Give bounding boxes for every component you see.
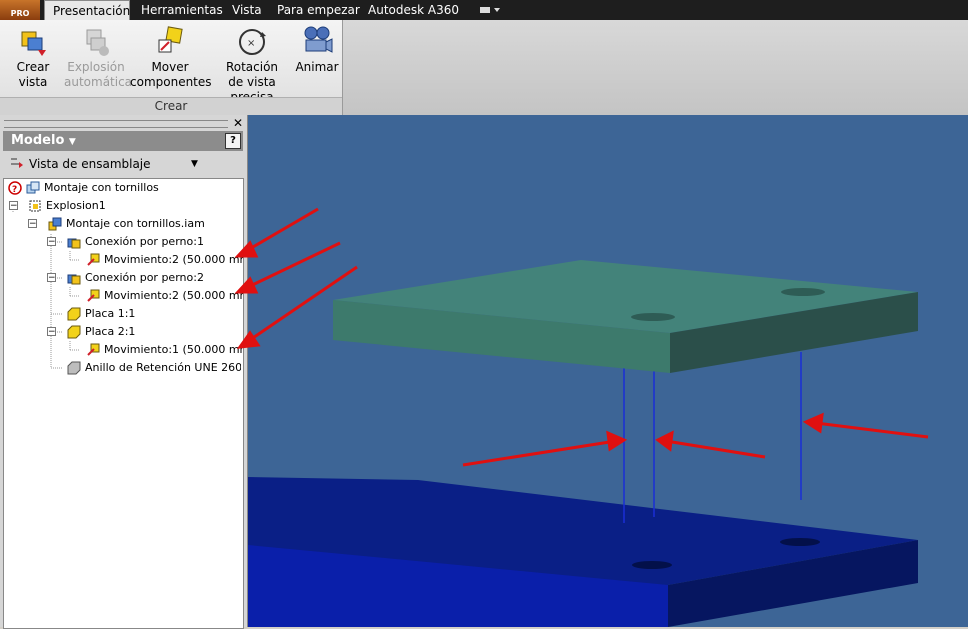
tree-label: Montaje con tornillos.iam <box>66 217 205 230</box>
tree-node-root[interactable]: ? Montaje con tornillos <box>6 179 236 197</box>
ribbon-tab-bar: PRO Presentación Herramientas Vista Para… <box>0 0 968 20</box>
question-icon: ? <box>8 181 22 195</box>
tree-label: Placa 1:1 <box>85 307 136 320</box>
bottom-plate-hole <box>632 561 672 569</box>
tree-node-plate-2[interactable]: − Placa 2:1 <box>6 323 236 341</box>
view-selector[interactable]: Vista de ensamblaje ▼ <box>3 153 243 175</box>
tree-label: Movimiento:1 (50.000 mm) <box>104 343 244 356</box>
top-plate-hole <box>781 288 825 296</box>
movement-icon <box>87 343 100 356</box>
tree-node-plate-1[interactable]: Placa 1:1 <box>6 305 236 323</box>
svg-text:×: × <box>247 38 255 49</box>
move-components-icon <box>158 26 183 53</box>
pro-badge: PRO <box>10 9 30 18</box>
collapse-icon[interactable]: − <box>28 219 37 229</box>
collapse-icon[interactable]: − <box>9 201 18 211</box>
tree-label: Anillo de Retención UNE 26077 (d <box>85 361 241 374</box>
tree-label: Conexión por perno:2 <box>85 271 204 284</box>
move-components-button[interactable]: Mover componentes <box>130 20 212 98</box>
movement-icon <box>87 253 100 266</box>
part-icon <box>67 325 81 339</box>
tree-label: Conexión por perno:1 <box>85 235 204 248</box>
movement-icon <box>87 289 100 302</box>
tree-label: Explosion1 <box>46 199 106 212</box>
tree-node-retaining-ring[interactable]: Anillo de Retención UNE 26077 (d <box>6 359 241 377</box>
subassembly-icon <box>67 274 81 285</box>
move-components-label-1: Mover <box>151 60 189 74</box>
panel-close-icon[interactable]: ✕ <box>233 116 243 130</box>
rotation-label-1: Rotación <box>225 60 279 74</box>
model-tree: ? Montaje con tornillos − Explosion1 − M… <box>3 178 244 629</box>
tab-overflow-icon[interactable] <box>478 4 502 16</box>
part-icon <box>67 361 81 375</box>
tree-label: Montaje con tornillos <box>44 181 159 194</box>
panel-drag-handle[interactable] <box>4 120 228 128</box>
auto-explode-icon <box>86 29 109 56</box>
viewport-scene <box>248 260 929 627</box>
auto-explode-label-1: Explosión <box>67 60 125 74</box>
tab-presentacion[interactable]: Presentación <box>44 0 130 20</box>
tree-label: Placa 2:1 <box>85 325 136 338</box>
part-icon <box>67 307 81 321</box>
help-icon[interactable]: ? <box>225 133 241 149</box>
rotation-icon: × <box>239 29 266 55</box>
svg-text:?: ? <box>12 185 17 195</box>
collapse-icon[interactable]: − <box>47 273 56 283</box>
assembly-icon <box>26 181 40 194</box>
ribbon-empty-area <box>343 20 968 115</box>
tree-node-explosion[interactable]: − Explosion1 <box>6 197 236 215</box>
tree-label: Movimiento:2 (50.000 mm) <box>104 253 244 266</box>
animate-button[interactable]: Animar <box>294 20 340 98</box>
browser-header[interactable]: Modelo ▼ ? <box>3 131 243 151</box>
tab-autodesk-a360[interactable]: Autodesk A360 <box>360 0 467 20</box>
ribbon-panel: Crear vista Explosión automática Mover c… <box>0 20 343 116</box>
model-browser-panel: ✕ Modelo ▼ ? Vista de ensamblaje ▼ ? Mon… <box>0 115 248 629</box>
tab-vista[interactable]: Vista <box>224 0 270 20</box>
subassembly-icon <box>67 238 81 249</box>
dropdown-arrow-icon: ▼ <box>191 159 198 169</box>
top-plate-hole <box>631 313 675 321</box>
explosion-icon <box>29 200 41 212</box>
precise-view-rotation-button[interactable]: × Rotación de vista precisa <box>210 20 294 104</box>
collapse-icon[interactable]: − <box>47 237 56 247</box>
graphics-viewport[interactable] <box>248 115 968 627</box>
assembly-view-icon <box>11 158 23 168</box>
tree-label: Movimiento:2 (50.000 mm) <box>104 289 244 302</box>
collapse-icon[interactable]: − <box>47 327 56 337</box>
tree-node-assembly-file[interactable]: − Montaje con tornillos.iam <box>6 215 236 233</box>
move-components-label-2: componentes <box>130 75 212 89</box>
auto-explode-button: Explosión automática <box>64 20 132 98</box>
tree-node-bolt-connection-1[interactable]: − Conexión por perno:1 <box>6 233 236 251</box>
film-camera-icon <box>304 26 333 53</box>
tab-herramientas[interactable]: Herramientas <box>133 0 231 20</box>
tree-node-movement-2[interactable]: Movimiento:2 (50.000 mm) <box>6 287 244 305</box>
application-menu-button[interactable]: PRO <box>0 0 40 20</box>
assembly-file-icon <box>48 217 62 231</box>
create-view-label: Crear vista <box>16 60 50 89</box>
chevron-down-icon: ▼ <box>68 137 76 147</box>
animate-label: Animar <box>295 60 339 74</box>
tree-node-movement-1[interactable]: Movimiento:2 (50.000 mm) <box>6 251 244 269</box>
tab-para-empezar[interactable]: Para empezar <box>269 0 368 20</box>
view-selector-label: Vista de ensamblaje <box>29 157 151 171</box>
bottom-plate-hole <box>780 538 820 546</box>
create-view-icon <box>21 31 46 56</box>
browser-title: Modelo <box>11 133 65 148</box>
ribbon-group-label: Crear <box>0 97 342 115</box>
auto-explode-label-2: automática <box>64 75 133 89</box>
tree-node-movement-3[interactable]: Movimiento:1 (50.000 mm) <box>6 341 244 359</box>
tree-node-bolt-connection-2[interactable]: − Conexión por perno:2 <box>6 269 236 287</box>
create-view-button[interactable]: Crear vista <box>2 20 64 98</box>
